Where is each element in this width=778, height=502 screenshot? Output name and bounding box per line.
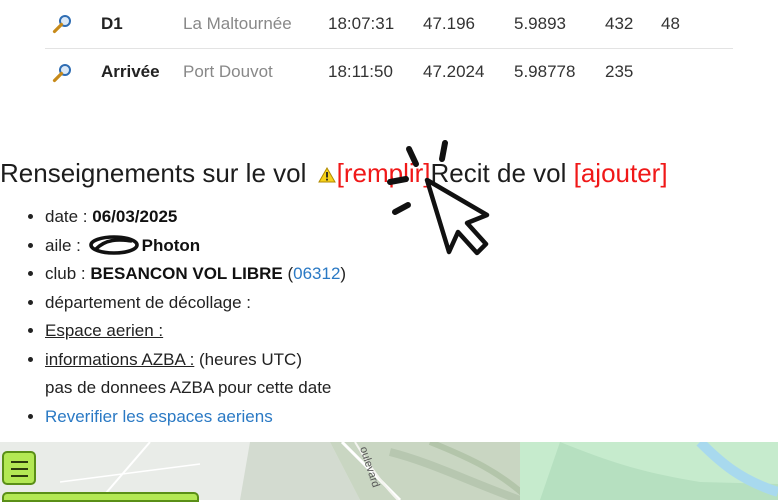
wing-value: Photon xyxy=(141,235,201,255)
flight-info-heading: Renseignements sur le vol [remplir]Recit… xyxy=(0,155,668,191)
hamburger-menu-icon[interactable] xyxy=(11,461,28,463)
list-item: aile : Photon xyxy=(45,232,346,261)
list-item: date : 06/03/2025 xyxy=(45,203,346,232)
hamburger-menu-icon[interactable] xyxy=(11,468,28,470)
waypoint-name: D1 xyxy=(101,13,123,33)
waypoint-lat: 47.196 xyxy=(423,13,475,33)
club-label: club : xyxy=(45,264,91,283)
departement-label: département de décollage : xyxy=(45,292,252,312)
waypoint-name: Arrivée xyxy=(101,62,160,82)
magnifier-icon[interactable] xyxy=(52,14,74,34)
wing-brand-logo-icon xyxy=(88,234,139,255)
waypoints-table: D1 La Maltournée 18:07:31 47.196 5.9893 … xyxy=(45,0,733,96)
club-code-link[interactable]: 06312 xyxy=(293,264,340,283)
waypoint-lat: 47.2024 xyxy=(423,62,485,82)
list-item: club : BESANCON VOL LIBRE (06312) xyxy=(45,260,346,289)
waypoint-alt: 235 xyxy=(605,62,634,82)
hamburger-menu-icon[interactable] xyxy=(11,475,28,477)
map-menu-button[interactable] xyxy=(2,451,36,485)
waypoint-place: Port Douvot xyxy=(183,62,273,82)
reverifier-link[interactable]: Reverifier les espaces aeriens xyxy=(45,407,273,426)
waypoint-lon: 5.9893 xyxy=(514,13,566,33)
recit-title: Recit de vol xyxy=(430,158,567,188)
flight-info-list: date : 06/03/2025 aile : Photon club : B… xyxy=(28,203,346,431)
waypoint-time: 18:07:31 xyxy=(328,13,395,33)
section-title: Renseignements sur le vol xyxy=(0,158,307,188)
zoom-cell[interactable] xyxy=(45,48,101,96)
zoom-cell[interactable] xyxy=(45,0,101,48)
list-item: Reverifier les espaces aeriens xyxy=(45,403,346,432)
waypoint-place: La Maltournée xyxy=(183,13,292,33)
waypoint-extra xyxy=(661,48,733,96)
list-item: Espace aerien : xyxy=(45,317,346,346)
waypoint-alt: 432 xyxy=(605,13,634,33)
waypoint-extra: 48 xyxy=(661,13,680,33)
click-cursor-icon xyxy=(387,140,490,256)
espace-aerien-link[interactable]: Espace aerien : xyxy=(45,321,163,340)
azba-suffix: (heures UTC) xyxy=(194,349,302,369)
list-item: département de décollage : xyxy=(45,289,346,318)
magnifier-icon[interactable] xyxy=(52,63,74,83)
map-control-panel[interactable] xyxy=(2,492,199,502)
warning-icon xyxy=(317,167,336,183)
club-value: BESANCON VOL LIBRE xyxy=(90,264,283,283)
waypoint-lon: 5.98778 xyxy=(514,62,576,82)
date-label: date : xyxy=(45,207,93,226)
table-row: D1 La Maltournée 18:07:31 47.196 5.9893 … xyxy=(45,0,733,48)
azba-note: pas de donnees AZBA pour cette date xyxy=(45,378,332,397)
table-row: Arrivée Port Douvot 18:11:50 47.2024 5.9… xyxy=(45,48,733,96)
waypoint-time: 18:11:50 xyxy=(328,62,393,82)
list-item: informations AZBA : (heures UTC) pas de … xyxy=(45,346,346,403)
wing-label: aile : xyxy=(45,235,86,255)
date-value: 06/03/2025 xyxy=(92,207,178,226)
fill-in-link[interactable]: [remplir] xyxy=(337,158,431,188)
azba-link[interactable]: informations AZBA : xyxy=(45,350,194,369)
add-recit-link[interactable]: [ajouter] xyxy=(574,158,668,188)
